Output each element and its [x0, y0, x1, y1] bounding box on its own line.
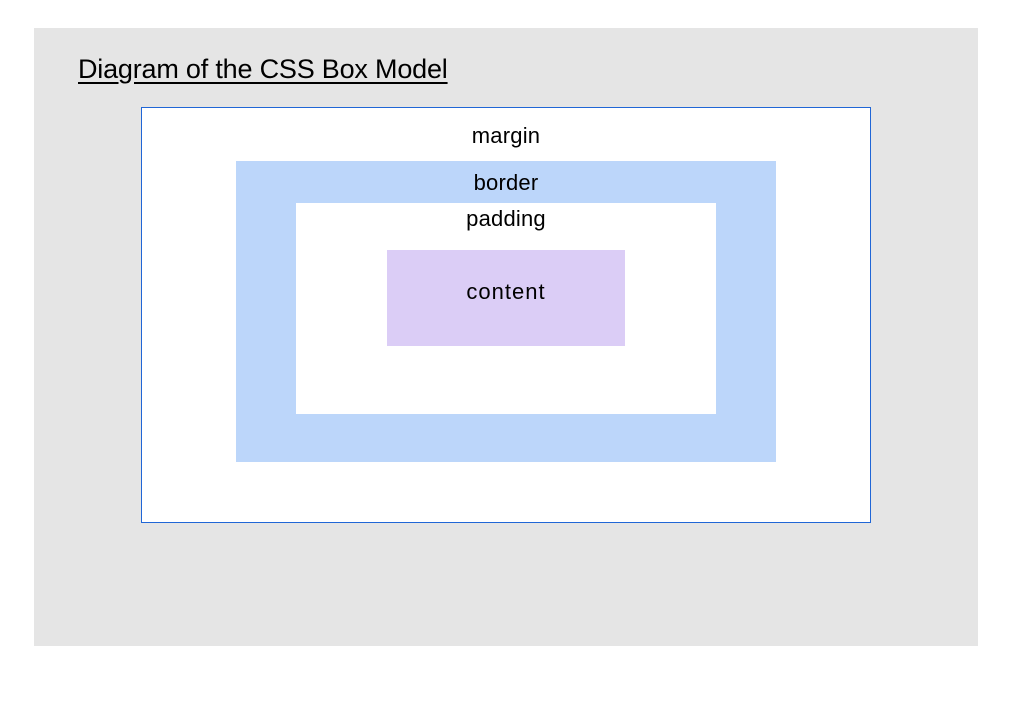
diagram-canvas: Diagram of the CSS Box Model margin bord… [34, 28, 978, 646]
content-label: content [387, 278, 625, 307]
border-box: border padding content [236, 161, 776, 463]
margin-label: margin [142, 122, 870, 151]
border-label: border [236, 169, 776, 198]
diagram-title: Diagram of the CSS Box Model [78, 54, 934, 85]
padding-label: padding [296, 205, 716, 234]
box-model-stack: margin border padding content [141, 107, 871, 523]
content-box: content [387, 250, 625, 347]
margin-box: margin border padding content [141, 107, 871, 523]
padding-box: padding content [296, 203, 716, 414]
